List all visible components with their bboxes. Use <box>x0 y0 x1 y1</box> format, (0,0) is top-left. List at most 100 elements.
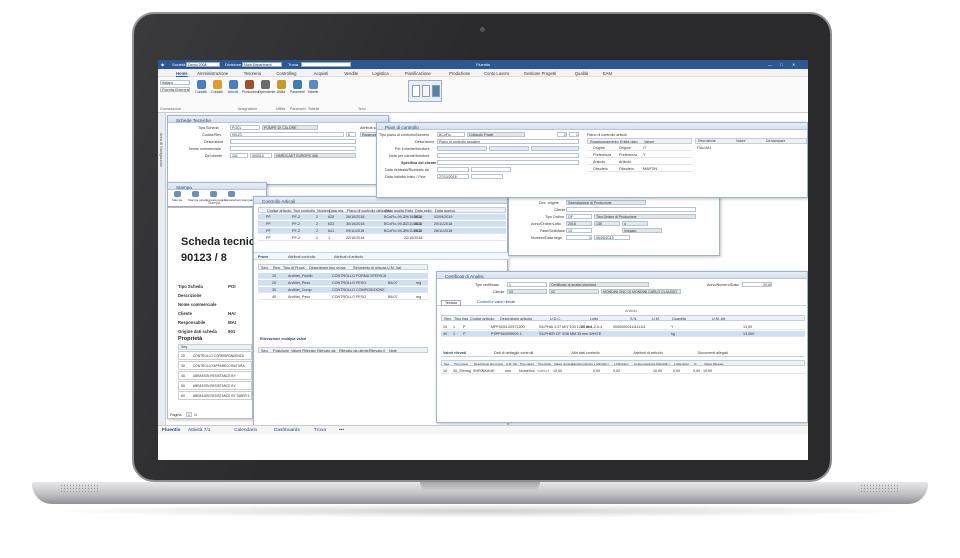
tab-controlli[interactable]: Controlli e valori rilevati <box>477 300 515 304</box>
ribbon-utilità-button[interactable]: Utilità <box>274 80 288 100</box>
status-item[interactable]: Attività 7/1 <box>188 428 210 433</box>
cert-subtab[interactable]: Attributi di articolo <box>633 351 662 355</box>
menu-amministrazione[interactable]: Amministrazione <box>197 71 228 76</box>
close-icon[interactable]: ✕ <box>792 62 795 67</box>
cert-row[interactable]: 40 1 P PSPF56009W09-1 SILPHER CF 3/38 MM 35 … <box>441 331 805 337</box>
enterprise-select[interactable]: Fluentis Enterprise <box>160 87 190 92</box>
controllo-row[interactable]: PF PF-2 2 641 09/11/2018 BCoFlo-99-2 09/11/201… <box>258 228 506 234</box>
menu-pianificazione[interactable]: Pianificazione <box>405 71 431 76</box>
maximize-icon[interactable]: □ <box>780 62 782 67</box>
tab-attributi-articolo[interactable]: Attributi di articolo <box>334 255 363 259</box>
ribbon-tabelle-button[interactable]: Tabelle <box>306 80 320 100</box>
prove-row[interactable]: 10 ArcMet_Fiorillo CONTROLLO FORMA SFERICA <box>258 273 428 279</box>
ribbon-parametri-button[interactable]: Parametri <box>290 80 305 100</box>
menu-qualità[interactable]: Qualità <box>575 71 588 76</box>
prove-cell: CONTROLLO PESO <box>332 281 367 285</box>
val-row[interactable]: 10 Sil_Shrnkg SHRINKAGE mm Numerico <=x<=+ 10,… <box>441 368 805 374</box>
codice-field[interactable]: 90123 <box>230 132 344 137</box>
ribbon-produzione-button[interactable]: Produzione <box>242 80 259 100</box>
status-item[interactable]: ••• <box>339 428 344 433</box>
controllo-row[interactable]: PF PF-2 2 1 22/10/2018 22/10/2018 <box>258 235 506 241</box>
ordine-field[interactable]: 135 <box>594 221 620 226</box>
menu-controlling[interactable]: Controlling <box>276 71 296 76</box>
prove-row[interactable]: 20 ArcMet_Peso CONTROLLO PESO BIL07 mg <box>258 280 428 286</box>
ribbon-contatti-button[interactable]: Contatti <box>194 80 208 100</box>
data-validita-fine[interactable] <box>471 174 503 179</box>
controllo-row[interactable]: PF PF-2 2 625 26/10/2018 BCoFlo-99-2 29/10/201… <box>258 214 506 220</box>
piani-tab-row[interactable]: Origine Origine IT <box>587 145 692 151</box>
descrizione-field[interactable] <box>230 139 356 144</box>
tipo-scheda-code[interactable]: POCL <box>230 125 260 130</box>
prove-row[interactable]: 30 ArcMet_Comp CONTROLLO COMPOSIZIONE <box>258 287 428 293</box>
tab-testata[interactable]: Testata <box>441 300 461 306</box>
stampa-button[interactable]: Stampa veloce <box>188 191 208 203</box>
origine-field[interactable]: Segnalazione di Produzione <box>566 200 646 205</box>
lotto-field[interactable]: 4 <box>622 221 648 226</box>
ribbon-articoli-button[interactable]: Articoli <box>226 80 240 100</box>
menu-logistica[interactable]: Logistica <box>372 71 389 76</box>
anno-field[interactable]: 2018 <box>566 221 592 226</box>
cert-tipo-field[interactable]: 1 <box>507 282 547 287</box>
richiesto-da-field[interactable] <box>471 167 511 172</box>
status-item[interactable]: Trova <box>314 428 326 433</box>
controllo-row[interactable]: PF PF-2 2 633 30/10/2018 BCoFlo-99-2 02/11/201… <box>258 221 506 227</box>
menu-gestione-progetti[interactable]: Gestione Progetti <box>524 71 556 76</box>
menu-produzione[interactable]: Produzione <box>449 71 470 76</box>
cert-subtab[interactable]: Valori rilevati <box>443 351 466 355</box>
cert-cliente-code[interactable]: 03 <box>507 289 547 294</box>
nome-commerciale-field[interactable] <box>230 146 356 151</box>
per-cliente-field[interactable] <box>437 146 487 151</box>
menu-tesoreria[interactable]: Tesoreria <box>244 71 261 76</box>
menu-conto-lavoro[interactable]: Conto Lavoro <box>484 71 509 76</box>
codice-rev-field[interactable]: 8 <box>346 132 356 137</box>
cert-subtab[interactable]: Documenti allegati <box>698 351 728 355</box>
piani-num-field[interactable]: 2 <box>557 132 567 137</box>
numero-date[interactable]: 06/09/2019 <box>594 235 630 240</box>
prove-col-header: Tipo di Prova <box>283 266 305 270</box>
del-cliente-code[interactable]: 101 <box>230 153 248 158</box>
menu-home[interactable]: Home <box>176 71 188 76</box>
cliente-field[interactable] <box>566 207 696 212</box>
piani-rev-field[interactable]: 1 <box>569 132 579 137</box>
numero-field[interactable]: 1 <box>566 235 592 240</box>
piani-tipo-field[interactable]: BCoFlo <box>437 132 465 137</box>
piani-tab-row[interactable]: Preferenza Preferenza Y <box>587 152 692 158</box>
specifica-field[interactable] <box>437 160 579 165</box>
piani-tab-row[interactable]: Obsoleto Obsoleto MARTIN <box>587 166 692 172</box>
fase-field[interactable]: 10 <box>566 228 592 233</box>
status-item[interactable]: Calendario <box>234 428 257 433</box>
minimize-icon[interactable]: — <box>768 62 772 67</box>
stampa-button[interactable]: Stampa <box>170 191 184 203</box>
menu-eam[interactable]: EAM <box>603 71 612 76</box>
language-select[interactable]: Italiano <box>160 80 190 85</box>
ca-col-header: Data analisi <box>385 209 405 213</box>
tab-prove[interactable]: Prove <box>258 255 268 259</box>
pager-input[interactable]: 1 <box>186 412 192 417</box>
per-cliente-field-3[interactable] <box>531 146 579 151</box>
piani-tab-row[interactable]: Articolo Articolo <box>587 159 692 165</box>
themes-gallery[interactable] <box>408 80 442 102</box>
data-validita-inizio[interactable]: 27/10/2018 <box>437 174 469 179</box>
tab-attributi-controllo[interactable]: Attributi controllo <box>288 255 315 259</box>
stampa-button[interactable]: Impostazioni stampante <box>224 191 256 203</box>
prove-row[interactable]: 40 ArcMet_Peso CONTROLLO PESO BIL07 mg <box>258 294 428 300</box>
cert-subtab[interactable]: Dati di dettaglio controlli <box>494 351 533 355</box>
cert-subtab[interactable]: Altri dati controllo <box>571 351 599 355</box>
ribbon-dipendente-button[interactable]: Dipendente <box>258 80 275 100</box>
find-input[interactable] <box>301 62 351 67</box>
del-cliente-num[interactable]: 000014 <box>250 153 272 158</box>
status-item[interactable]: Dashboards <box>274 428 300 433</box>
division-select[interactable]: Main Department <box>242 62 282 67</box>
navigation-sidebar[interactable]: Area di Navigazione <box>158 113 166 425</box>
per-cliente-field-2[interactable] <box>489 146 529 151</box>
ribbon-contatti-button[interactable]: Contatti <box>210 80 224 100</box>
menu-vendite[interactable]: Vendite <box>344 71 358 76</box>
nota-field[interactable] <box>437 153 579 158</box>
menu-acquisti[interactable]: Acquisti <box>314 71 329 76</box>
piani-desc-field[interactable]: Piano di controllo appalme <box>437 139 579 144</box>
data-richiesta-field[interactable] <box>437 167 469 172</box>
cert-anno-field[interactable]: 2019 <box>742 282 772 287</box>
tipo-ordine-code[interactable]: OF <box>566 214 592 219</box>
company-select[interactable]: Demo 2008 <box>186 62 220 67</box>
cert-row[interactable]: 10 1 P MPF0033-02571200 SILPHIA 3.37 M/1"100… <box>441 324 805 330</box>
